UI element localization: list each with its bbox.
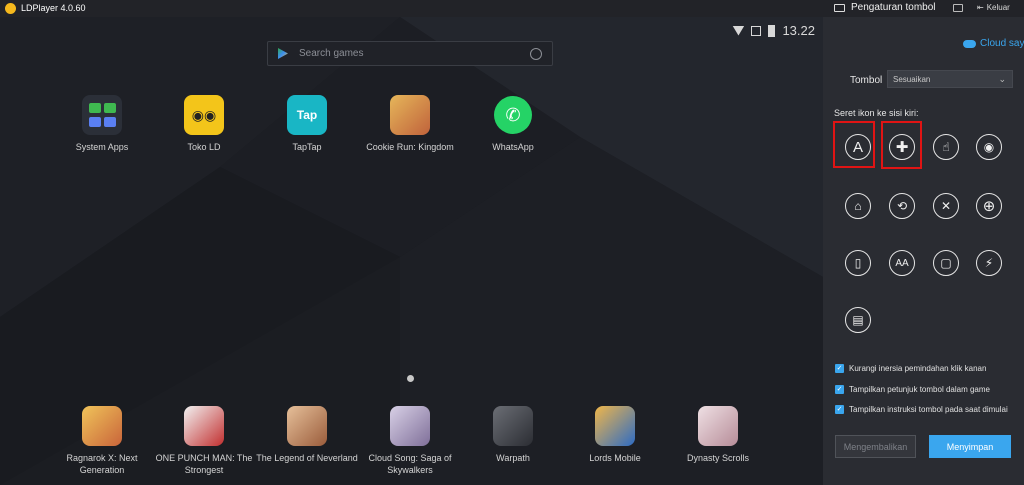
app-cloud-song[interactable]: Cloud Song: Saga of Skywalkers <box>355 406 465 476</box>
app-label: Lords Mobile <box>589 453 641 463</box>
signal-icon <box>751 25 762 36</box>
app-warpath[interactable]: Warpath <box>458 406 568 464</box>
app-title: LDPlayer 4.0.60 <box>21 3 86 13</box>
app-taptap[interactable]: Tap TapTap <box>252 95 362 153</box>
title-bar: LDPlayer 4.0.60 Pengaturan tombol ⇤ Kelu… <box>0 0 1024 17</box>
exit-icon: ⇤ <box>977 3 984 12</box>
app-one-punch-man[interactable]: ONE PUNCH MAN: The Strongest <box>149 406 259 476</box>
skill-icon[interactable]: ✕ <box>933 193 959 219</box>
cloud-song-icon <box>390 406 430 446</box>
search-input[interactable]: Search games <box>299 48 530 59</box>
wifi-icon <box>732 25 745 36</box>
battery-icon <box>768 24 776 37</box>
exit-button[interactable]: ⇤ Keluar <box>977 3 1010 12</box>
emulator-screen: 13.22 Search games System Apps ◉◉ Toko L… <box>0 17 823 485</box>
one-punch-man-icon <box>184 406 224 446</box>
key-settings-title: Pengaturan tombol <box>851 2 936 13</box>
app-system-apps[interactable]: System Apps <box>47 95 157 153</box>
app-label: WhatsApp <box>492 142 534 152</box>
chevron-down-icon: ⌄ <box>998 74 1006 84</box>
search-icon[interactable] <box>530 47 542 60</box>
app-label: Ragnarok X: Next Generation <box>66 453 138 475</box>
warpath-icon <box>493 406 533 446</box>
dpad-icon[interactable]: ✚ <box>889 134 915 160</box>
app-label: Cloud Song: Saga of Skywalkers <box>368 453 452 475</box>
checkbox-reduce-inertia[interactable]: ✓ Kurangi inersia pemindahan klik kanan <box>835 364 986 373</box>
system-apps-icon <box>82 95 122 135</box>
app-whatsapp[interactable]: ✆ WhatsApp <box>458 95 568 153</box>
cloud-icon <box>963 39 976 48</box>
app-label: System Apps <box>75 142 129 152</box>
tombol-label: Tombol <box>850 75 883 86</box>
app-label: Toko LD <box>187 142 221 152</box>
drag-instructions: Seret ikon ke sisi kiri: <box>834 108 919 118</box>
exit-label: Keluar <box>986 3 1010 12</box>
ragnarok-icon <box>82 406 122 446</box>
key-a-icon[interactable]: A <box>845 134 871 160</box>
joystick-icon[interactable]: ⌂ <box>845 193 871 219</box>
checkbox-label: Kurangi inersia pemindahan klik kanan <box>849 364 987 373</box>
key-settings-header: Pengaturan tombol <box>834 2 936 13</box>
cloud-label: Cloud saya <box>980 38 1024 49</box>
checkbox-show-instructions[interactable]: ✓ Tampilkan instruksi tombol pada saat d… <box>835 405 1008 414</box>
reset-button[interactable]: Mengembalikan <box>835 435 916 458</box>
keyboard-icon <box>834 3 845 12</box>
multi-key-icon[interactable]: AA <box>889 250 915 276</box>
checkbox-label: Tampilkan petunjuk tombol dalam game <box>849 385 990 394</box>
app-label: Cookie Run: Kingdom <box>366 142 454 152</box>
checkbox-label: Tampilkan instruksi tombol pada saat dim… <box>849 405 1008 414</box>
clock: 13.22 <box>782 23 815 38</box>
page-indicator <box>407 375 414 382</box>
app-cookie-run[interactable]: Cookie Run: Kingdom <box>355 95 465 153</box>
toko-ld-icon: ◉◉ <box>184 95 224 135</box>
app-dynasty-scrolls[interactable]: Dynasty Scrolls <box>663 406 773 464</box>
dynasty-scrolls-icon <box>698 406 738 446</box>
tombol-select[interactable]: Sesuaikan ⌄ <box>887 70 1013 88</box>
checkbox-checked-icon[interactable]: ✓ <box>835 385 844 394</box>
app-legend-of-neverland[interactable]: The Legend of Neverland <box>252 406 362 464</box>
app-toko-ld[interactable]: ◉◉ Toko LD <box>149 95 259 153</box>
script-icon[interactable]: ▤ <box>845 307 871 333</box>
app-ragnarok[interactable]: Ragnarok X: Next Generation <box>47 406 157 476</box>
tombol-select-value: Sesuaikan <box>893 75 931 84</box>
app-label: The Legend of Neverland <box>256 453 358 463</box>
checkbox-checked-icon[interactable]: ✓ <box>835 364 844 373</box>
ldplayer-logo-icon <box>5 3 16 14</box>
key-settings-panel: Cloud saya Tombol Sesuaikan ⌄ Seret ikon… <box>823 17 1024 485</box>
rotate-icon[interactable]: ⟲ <box>889 193 915 219</box>
folder-icon[interactable] <box>953 4 963 12</box>
app-label: ONE PUNCH MAN: The Strongest <box>155 453 253 475</box>
flash-icon[interactable]: ⚡ <box>976 250 1002 276</box>
play-store-icon <box>278 48 288 59</box>
checkbox-checked-icon[interactable]: ✓ <box>835 405 844 414</box>
cookie-run-icon <box>390 95 430 135</box>
aim-icon[interactable]: ⊕ <box>976 193 1002 219</box>
cloud-button[interactable]: Cloud saya <box>963 38 1024 49</box>
view-icon[interactable]: ◉ <box>976 134 1002 160</box>
whatsapp-icon: ✆ <box>493 95 533 135</box>
app-lords-mobile[interactable]: Lords Mobile <box>560 406 670 464</box>
checkbox-show-hints[interactable]: ✓ Tampilkan petunjuk tombol dalam game <box>835 385 990 394</box>
android-status-bar: 13.22 <box>732 23 815 38</box>
tap-icon[interactable]: ☝ <box>933 134 959 160</box>
search-games-bar[interactable]: Search games <box>267 41 553 66</box>
app-label: TapTap <box>292 142 322 152</box>
taptap-icon: Tap <box>287 95 327 135</box>
app-label: Dynasty Scrolls <box>686 453 749 463</box>
legend-of-neverland-icon <box>287 406 327 446</box>
shake-icon[interactable]: ▢ <box>933 250 959 276</box>
mouse-icon[interactable]: ▯ <box>845 250 871 276</box>
app-label: Warpath <box>496 453 530 463</box>
lords-mobile-icon <box>595 406 635 446</box>
save-button[interactable]: Menyimpan <box>929 435 1011 458</box>
